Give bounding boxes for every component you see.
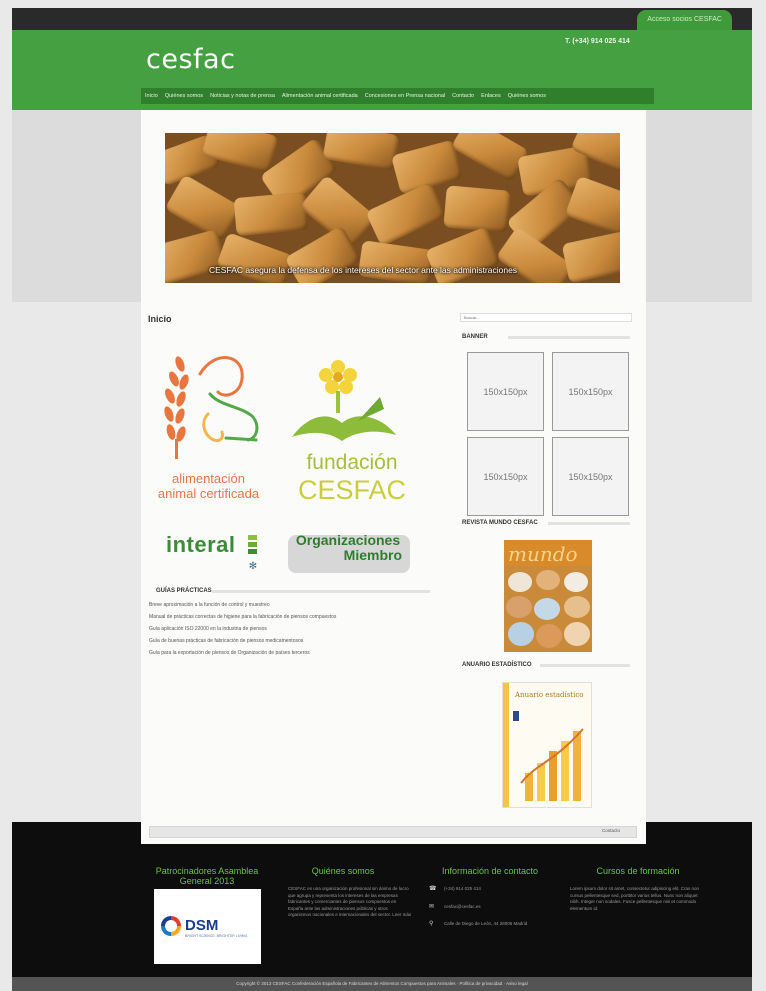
hero-pellet <box>443 185 511 233</box>
yearbook-logo <box>513 711 519 721</box>
guide-link[interactable]: Guía para la exportación de piensos de O… <box>149 647 439 659</box>
header-phone: T. (+34) 914 025 414 <box>565 38 630 45</box>
hero-pellet <box>215 232 295 283</box>
hero-pellet <box>561 230 620 283</box>
egg-image <box>534 598 560 620</box>
nav-item-enlaces[interactable]: Enlaces <box>481 93 501 99</box>
nav-item-quienes-somos-2[interactable]: Quiénes somos <box>508 93 546 99</box>
ad-slot[interactable]: 150x150px <box>552 437 629 516</box>
courses-text: Lorem ipsum dolor sit amet, consectetur … <box>570 886 700 911</box>
hero-pellet <box>450 133 530 183</box>
yearbook-cover[interactable]: Anuario estadístico <box>502 682 592 808</box>
magazine-title-rule <box>548 522 630 525</box>
hero-banner[interactable]: CESFAC asegura la defensa de los interes… <box>165 133 620 283</box>
hero-caption: CESFAC asegura la defensa de los interes… <box>209 265 518 275</box>
organizaciones-miembro-logo[interactable]: Organizaciones Miembro <box>288 533 408 563</box>
magazine-cover[interactable]: mundo <box>504 540 592 652</box>
contact-info-title: Información de contacto <box>441 866 539 876</box>
interal-logo[interactable]: interal <box>166 532 236 558</box>
ad-slot[interactable]: 150x150px <box>552 352 629 431</box>
content-footer-bar <box>149 826 637 838</box>
org-logo-line1: Organizaciones <box>295 532 401 548</box>
egg-image <box>564 622 590 646</box>
nav-item-alimentacion[interactable]: Alimentación animal certificada <box>282 93 358 99</box>
site-logo[interactable]: cesfac <box>146 44 235 75</box>
fundacion-logo-line1: fundación <box>306 451 398 474</box>
aac-logo-line1: alimentación <box>172 471 245 486</box>
flower-icon <box>319 360 357 413</box>
contact-address-row: ⚲ Calle de Diego de León, 44 28006 Madri… <box>429 921 549 927</box>
contact-email-row: ✉ cesfac@cesfac.es <box>429 904 481 910</box>
guide-link[interactable]: Guía de buenas prácticas de fabricación … <box>149 635 439 647</box>
nav-item-concesiones[interactable]: Concesiones en Prensa nacional <box>365 93 445 99</box>
egg-image <box>508 622 534 646</box>
contact-phone-row: ☎ (+34) 914 025 414 <box>429 886 481 892</box>
magazine-title: REVISTA MUNDO CESFAC <box>462 520 538 526</box>
yearbook-spine <box>503 683 509 807</box>
about-title: Quiénes somos <box>311 866 375 876</box>
guide-link[interactable]: Manual de prácticas correctas de higiene… <box>149 611 439 623</box>
org-logo-line2: Miembro <box>343 547 402 563</box>
hero-pellet <box>357 240 435 283</box>
animal-silhouette-icon <box>198 356 259 442</box>
guide-link[interactable]: Guía aplicación ISO 22000 en la industri… <box>149 623 439 635</box>
aac-logo-text: alimentación animal certificada <box>146 471 271 501</box>
member-access-tab[interactable]: Acceso socios CESFAC <box>637 10 732 30</box>
sponsor-logo: DSM <box>185 917 219 934</box>
courses-title: Cursos de formación <box>596 866 680 876</box>
search-input[interactable] <box>460 313 632 322</box>
about-text: CESFAC es una organización profesional s… <box>288 886 412 917</box>
main-nav: Inicio Quiénes somos Noticias y notas de… <box>141 88 654 104</box>
yearbook-chart-graphic <box>520 728 584 801</box>
sponsor-tagline: BRIGHT SCIENCE. BRIGHTER LIVING. <box>185 934 249 938</box>
guides-title: GUÍAS PRÁCTICAS <box>156 588 212 594</box>
egg-image <box>508 572 532 592</box>
egg-image <box>536 570 560 590</box>
interal-mark-icon: ✻ <box>248 535 257 572</box>
site-header: cesfac T. (+34) 914 025 414 Inicio Quién… <box>12 30 752 110</box>
wheat-ear-icon <box>164 356 189 459</box>
egg-image <box>564 572 588 592</box>
fundacion-cesfac-logo[interactable] <box>288 345 414 449</box>
contact-address: Calle de Diego de León, 44 28006 Madrid <box>444 921 528 926</box>
stats-title-rule <box>540 664 630 667</box>
guides-list: Breve aproximación a la función de contr… <box>149 599 439 659</box>
banner-title: BANNER <box>462 334 488 340</box>
magazine-masthead: mundo <box>508 542 578 566</box>
guides-title-rule <box>212 590 430 593</box>
svg-text:✻: ✻ <box>249 561 257 572</box>
sponsors-title: Patrocinadores Asamblea General 2013 <box>155 866 259 886</box>
dsm-logo-icon-center <box>165 920 177 932</box>
copyright-bar: Copyright © 2013 CESFAC Confederación Es… <box>12 977 752 991</box>
location-icon: ⚲ <box>429 921 434 927</box>
mail-icon: ✉ <box>429 904 435 910</box>
phone-icon: ☎ <box>429 886 437 892</box>
ad-slot[interactable]: 150x150px <box>467 437 544 516</box>
contact-phone: (+34) 914 025 414 <box>444 886 481 891</box>
footer-contact-link[interactable]: Contacto <box>602 828 620 833</box>
yearbook-title: Anuario estadístico <box>515 691 584 699</box>
fundacion-logo-line2: CESFAC <box>297 475 407 505</box>
nav-item-quienes-somos[interactable]: Quiénes somos <box>165 93 203 99</box>
egg-image <box>506 596 532 618</box>
nav-item-contacto[interactable]: Contacto <box>452 93 474 99</box>
aac-logo-line2: animal certificada <box>157 486 260 501</box>
nav-item-noticias[interactable]: Noticias y notas de prensa <box>210 93 275 99</box>
open-book-icon <box>292 397 396 441</box>
page-title: Inicio <box>148 314 172 324</box>
nav-item-inicio[interactable]: Inicio <box>145 93 158 99</box>
hero-pellet <box>233 191 309 237</box>
stats-title: ANUARIO ESTADÍSTICO <box>462 662 532 668</box>
egg-image <box>564 596 590 618</box>
egg-image <box>536 624 562 648</box>
aac-logo[interactable] <box>160 344 272 468</box>
guide-link[interactable]: Breve aproximación a la función de contr… <box>149 599 439 611</box>
ad-slot[interactable]: 150x150px <box>467 352 544 431</box>
banner-title-rule <box>508 336 630 339</box>
contact-email[interactable]: cesfac@cesfac.es <box>444 904 481 910</box>
